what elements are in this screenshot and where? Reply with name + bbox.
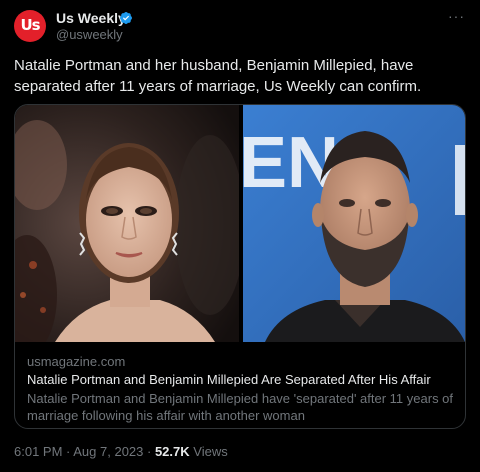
post-time[interactable]: 6:01 PM bbox=[14, 444, 62, 459]
card-description: Natalie Portman and Benjamin Millepied h… bbox=[27, 391, 454, 423]
verified-badge-icon bbox=[120, 12, 132, 24]
card-title[interactable]: Natalie Portman and Benjamin Millepied A… bbox=[27, 372, 431, 387]
post-date[interactable]: Aug 7, 2023 bbox=[73, 444, 143, 459]
tweet: Us Us Weekly @usweekly ··· Natalie Portm… bbox=[0, 0, 480, 472]
avatar-logo: Us bbox=[20, 16, 40, 34]
views-label: Views bbox=[189, 444, 228, 459]
card-image: EN bbox=[15, 105, 465, 342]
account-handle[interactable]: @usweekly bbox=[56, 27, 123, 42]
tweet-text: Natalie Portman and her husband, Benjami… bbox=[14, 57, 422, 95]
avatar[interactable]: Us bbox=[14, 10, 46, 42]
tweet-meta: 6:01 PM · Aug 7, 2023 · 52.7K Views bbox=[14, 444, 228, 459]
card-domain: usmagazine.com bbox=[27, 354, 126, 369]
link-preview-card[interactable]: EN usmagazine.com Natalie Portman and Be… bbox=[14, 104, 466, 429]
meta-separator: · bbox=[62, 444, 74, 459]
views-count: 52.7K bbox=[154, 444, 190, 459]
account-name[interactable]: Us Weekly bbox=[56, 10, 126, 26]
more-options-icon[interactable]: ··· bbox=[448, 8, 465, 24]
meta-separator: · bbox=[143, 444, 155, 459]
